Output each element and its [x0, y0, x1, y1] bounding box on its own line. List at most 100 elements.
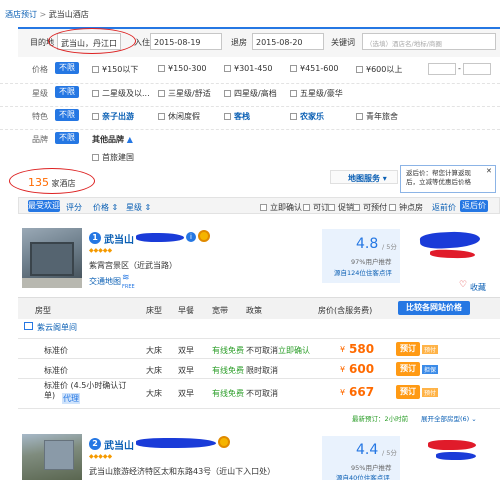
row-3-currency: ¥	[340, 388, 346, 397]
tooltip-close-icon[interactable]: ✕	[486, 167, 492, 175]
tooltip-text: 返后价：帮您计算返现后，立减等优惠后价格	[406, 169, 471, 186]
heart-icon[interactable]: ♡	[459, 280, 467, 290]
row-3-net: 有线免费	[212, 389, 244, 398]
star-option-1[interactable]: 二星级及以...	[92, 88, 150, 99]
filter-price-unlimited[interactable]: 不限	[55, 62, 79, 74]
header-net: 宽带	[212, 306, 228, 315]
filter-feature-unlimited[interactable]: 不限	[55, 109, 79, 121]
sort-popular[interactable]: 最受欢迎	[28, 200, 60, 212]
star-option-4[interactable]: 五星级/豪华	[290, 88, 343, 99]
star-option-3[interactable]: 四星级/高档	[224, 88, 277, 99]
checkout-label: 退房	[231, 38, 247, 47]
checkout-input[interactable]: 2015-08-20	[252, 33, 324, 50]
row-2-tag: 担保	[422, 365, 439, 374]
price-max-input[interactable]	[463, 63, 491, 75]
brand-option-1[interactable]: 首旅建国	[92, 152, 134, 163]
row-1-price: 580	[349, 342, 375, 356]
room-type-name[interactable]: 紫云阁单间	[37, 322, 77, 333]
hotel-2-photo[interactable]	[22, 434, 82, 480]
row-2-book-button[interactable]: 预订	[396, 362, 420, 376]
hotel-2-address: 武当山旅游经济特区太和东路43号（近山下入口处）	[89, 467, 276, 476]
caret-up-icon: ▲	[126, 135, 133, 144]
price-option-4[interactable]: ¥451-600	[290, 64, 339, 73]
hotel-2-index-badge: 2	[89, 438, 101, 450]
row-3-tag: 预付	[422, 388, 439, 397]
breadcrumb-link-hotel[interactable]: 酒店预订	[5, 10, 37, 19]
check-instant-confirm[interactable]: 立即确认	[260, 202, 302, 213]
wifi-icon: ≋	[122, 273, 130, 283]
row-3-name: 标准价 (4.5小时确认订单)	[44, 381, 127, 400]
price-option-1[interactable]: ¥150以下	[92, 64, 138, 75]
filter-feature-row: 特色 不限 亲子出游 休闲度假 客栈 农家乐 青年旅舍	[0, 106, 500, 124]
sort-price[interactable]: 价格 ⇕	[93, 202, 118, 213]
header-bed: 床型	[146, 306, 162, 315]
hotel-1-recommend: 97%用户推荐	[351, 258, 392, 266]
row-1-book-button[interactable]: 预订	[396, 342, 420, 356]
result-count: 135 家酒店	[28, 176, 76, 189]
breadcrumb: 酒店预订 > 武当山酒店	[5, 9, 89, 20]
hotel-1-name[interactable]: 武当山	[104, 231, 134, 246]
price-before-rebate[interactable]: 返前价	[432, 202, 456, 213]
feature-option-1[interactable]: 亲子出游	[92, 111, 134, 122]
map-service-link[interactable]: 地图服务 ▾	[348, 173, 387, 184]
checkin-input[interactable]: 2015-08-19	[150, 33, 222, 50]
price-after-rebate[interactable]: 返后价	[460, 200, 488, 212]
price-option-5[interactable]: ¥600以上	[356, 64, 402, 75]
keyword-input[interactable]: （选填）酒店名/地标/商圈	[362, 33, 496, 50]
feature-option-4[interactable]: 农家乐	[290, 111, 324, 122]
row-3-book-button[interactable]: 预订	[396, 385, 420, 399]
price-option-3[interactable]: ¥301-450	[224, 64, 273, 73]
hotel-1-traffic-link[interactable]: 交通地图	[89, 276, 121, 287]
price-min-input[interactable]	[428, 63, 456, 75]
check-available[interactable]: 可订	[303, 202, 329, 213]
row-1-tag: 预付	[422, 345, 439, 354]
row-2-currency: ¥	[340, 365, 346, 374]
row-1-name: 标准价	[44, 346, 68, 355]
hotel-1-score: 4.8	[356, 236, 379, 252]
hotel-1-score-max: / 5分	[382, 243, 397, 251]
feature-option-3[interactable]: 客栈	[224, 111, 250, 122]
feature-option-5[interactable]: 青年旅舍	[356, 111, 398, 122]
hotel-1-fav[interactable]: 收藏	[470, 282, 486, 293]
chevron-down-icon: ▾	[382, 174, 387, 183]
filter-price-label: 价格	[32, 65, 48, 74]
star-option-2[interactable]: 三星级/舒适	[158, 88, 211, 99]
hotel-2-stars: ◆◆◆◆◆	[89, 453, 113, 460]
other-brands-toggle[interactable]: 其他品牌 ▲	[92, 134, 133, 145]
header-breakfast: 早餐	[178, 306, 194, 315]
room-type-icon	[24, 322, 33, 330]
row-2-price: 600	[349, 362, 375, 376]
row-3-extra: 代理	[62, 393, 80, 404]
hotel-2-name[interactable]: 武当山	[104, 437, 134, 452]
row-2-name: 标准价	[44, 366, 68, 375]
hotel-1-stars: ◆◆◆◆◆	[89, 247, 113, 254]
header-price: 房价(含服务费)	[318, 306, 373, 315]
hotel-2-recommend: 95%用户推荐	[351, 464, 392, 472]
hotel-2-medal-icon	[218, 436, 230, 448]
latest-booking: 最新预订：2小时前	[352, 415, 409, 423]
hotel-1-medal-icon	[198, 230, 210, 242]
check-promo[interactable]: 促销	[328, 202, 354, 213]
sort-rating[interactable]: 评分	[66, 202, 82, 213]
check-prepay[interactable]: 可预付	[353, 202, 387, 213]
compare-prices-button[interactable]: 比较各网站价格	[398, 301, 470, 315]
filter-star-unlimited[interactable]: 不限	[55, 86, 79, 98]
hotel-1-reviews[interactable]: 源自124位住客点评	[334, 267, 392, 277]
filter-brand-unlimited[interactable]: 不限	[55, 132, 79, 144]
price-option-2[interactable]: ¥150-300	[158, 64, 207, 73]
hotel-2-name-redaction	[136, 438, 216, 448]
expand-rooms-link[interactable]: 展开全部房型(6) ⌄	[421, 413, 477, 423]
row-1-breakfast: 双早	[178, 346, 194, 355]
price-tooltip: 返后价：帮您计算返现后，立减等优惠后价格	[400, 165, 496, 193]
sort-star[interactable]: 星级 ⇕	[126, 202, 151, 213]
hotel-1-info-icon[interactable]: i	[186, 232, 196, 242]
check-hourly[interactable]: 钟点房	[389, 202, 423, 213]
hotel-2-reviews[interactable]: 源自40位住客点评	[336, 472, 390, 480]
feature-option-2[interactable]: 休闲度假	[158, 111, 200, 122]
hotel-2-score: 4.4	[356, 442, 379, 458]
row-1-net: 有线免费	[212, 346, 244, 355]
hotel-2-price-redaction-2	[436, 452, 476, 460]
hotel-1-photo[interactable]	[22, 228, 82, 288]
row-1-currency: ¥	[340, 345, 346, 354]
header-policy: 政策	[246, 306, 262, 315]
